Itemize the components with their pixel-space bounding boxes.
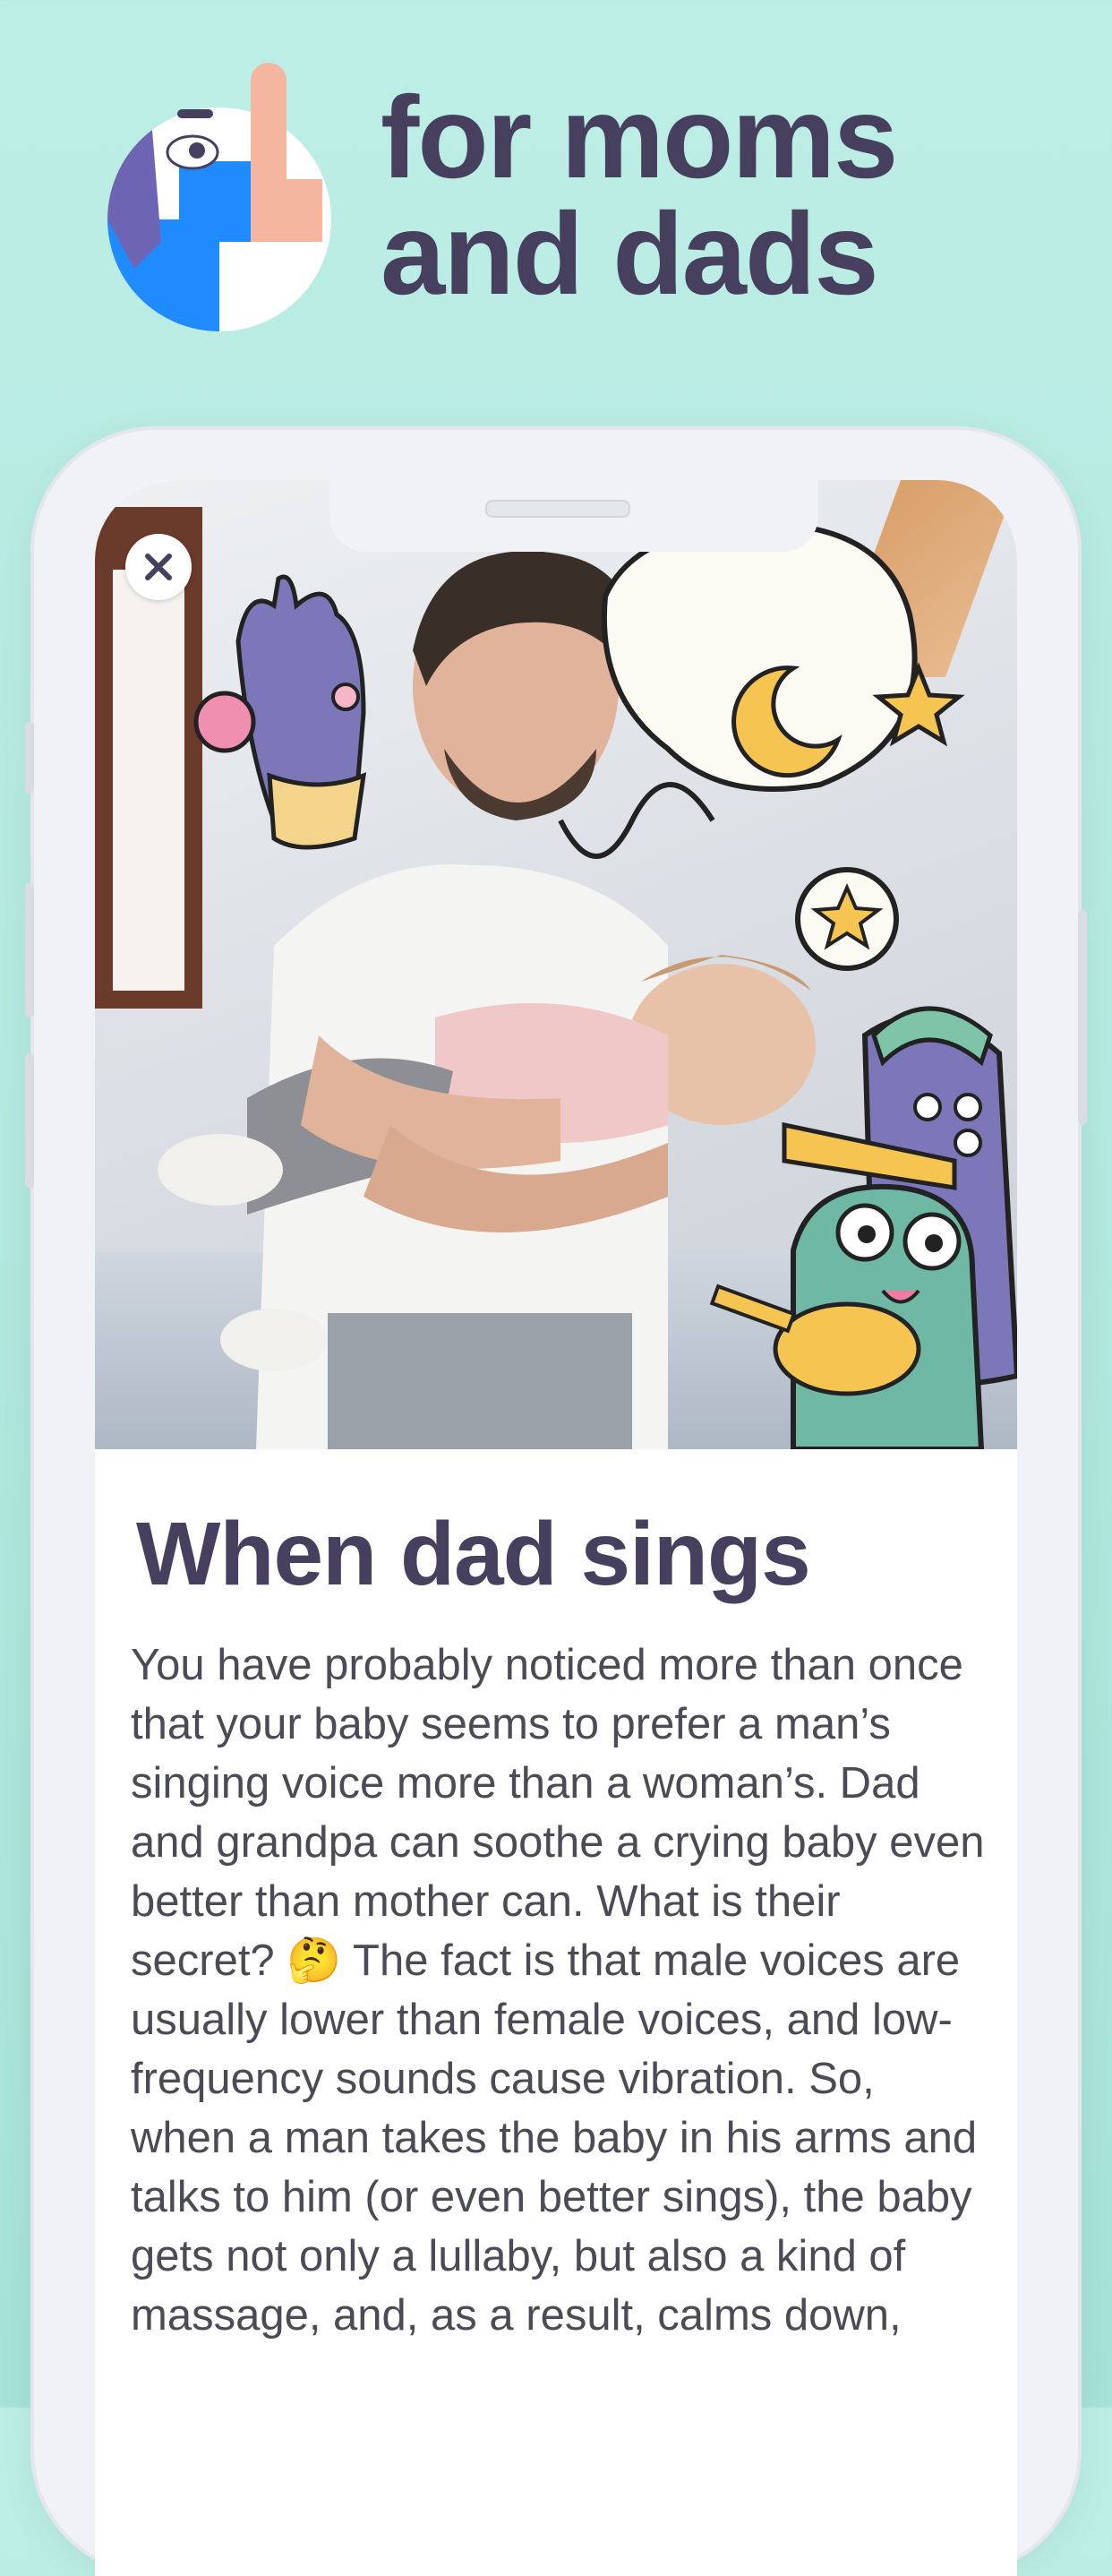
dad-and-baby-illustration (158, 521, 1017, 1449)
promo-header: for moms and dads (0, 0, 1112, 394)
app-logo-icon (107, 63, 331, 331)
phone-screen: When dad sings You have probably noticed… (95, 480, 1017, 2576)
article-body: You have probably noticed more than once… (131, 1641, 985, 2340)
headline-line-1: for moms (381, 72, 898, 202)
headline: for moms and dads (381, 72, 898, 319)
phone-speaker (485, 500, 630, 518)
close-icon (145, 554, 172, 580)
headline-line-2: and dads (381, 188, 879, 319)
phone-side-button (25, 883, 34, 1018)
article-illustration (95, 480, 1017, 1449)
article-title: When dad sings (136, 1504, 811, 1604)
article-content: When dad sings You have probably noticed… (95, 1449, 1017, 2576)
phone-side-button (25, 1053, 34, 1188)
phone-side-button (1078, 910, 1087, 1125)
phone-frame: When dad sings You have probably noticed… (25, 426, 1087, 2576)
close-button[interactable] (125, 534, 192, 600)
phone-side-button (25, 722, 34, 794)
